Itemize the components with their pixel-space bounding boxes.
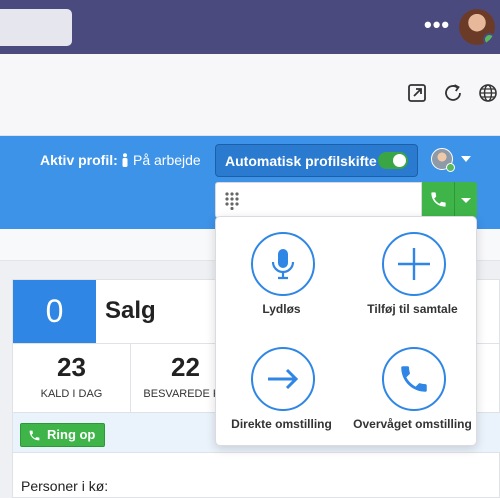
add-to-call-button[interactable] <box>382 232 446 296</box>
direct-transfer-label: Direkte omstilling <box>231 417 332 431</box>
auto-profile-switch[interactable]: Automatisk profilskifte <box>215 144 418 177</box>
search-box[interactable] <box>0 9 72 46</box>
keypad-icon[interactable] <box>225 192 239 210</box>
refresh-icon[interactable] <box>442 82 464 104</box>
agent-avatar[interactable] <box>431 148 455 172</box>
online-status-icon <box>483 33 495 45</box>
stat-calls-today: 23 KALD I DAG <box>13 344 131 412</box>
stat-label: KALD I DAG <box>40 388 103 400</box>
call-button[interactable] <box>422 182 455 218</box>
person-icon <box>122 153 128 167</box>
dial-number-input[interactable] <box>248 183 418 217</box>
user-avatar[interactable] <box>459 9 495 45</box>
open-external-icon[interactable] <box>406 82 428 104</box>
more-horizontal-icon[interactable]: ••• <box>424 14 450 36</box>
online-status-icon <box>446 163 455 172</box>
attended-transfer-label: Overvåget omstilling <box>353 417 472 431</box>
mute-button[interactable] <box>251 232 315 296</box>
attended-transfer-button[interactable] <box>382 347 446 411</box>
attended-transfer-action[interactable]: Overvåget omstilling <box>347 332 478 447</box>
microphone-icon <box>271 249 295 280</box>
mute-label: Lydløs <box>262 302 301 316</box>
direct-transfer-button[interactable] <box>251 347 315 411</box>
ring-up-button[interactable]: Ring op <box>20 423 106 447</box>
stat-value: 23 <box>57 352 86 382</box>
phone-icon <box>401 366 427 392</box>
globe-icon[interactable] <box>477 82 499 104</box>
ring-up-label: Ring op <box>47 427 96 442</box>
queue-count: 0 <box>13 280 96 343</box>
active-profile-value[interactable]: På arbejde <box>121 152 201 168</box>
call-options-dropdown[interactable] <box>455 182 477 218</box>
dial-field[interactable] <box>215 182 422 218</box>
add-to-call-label: Tilføj til samtale <box>367 302 458 316</box>
queue-name: Salg <box>105 297 156 324</box>
call-actions-menu: Lydløs Tilføj til samtale Direkte omstil… <box>215 216 477 446</box>
browser-toolbar <box>0 54 500 136</box>
chevron-down-icon[interactable] <box>461 156 471 162</box>
active-profile-label: Aktiv profil: <box>40 152 118 168</box>
phone-icon <box>29 430 40 441</box>
app-title-bar: ••• <box>0 0 500 54</box>
phone-icon <box>431 192 446 207</box>
auto-profile-switch-label: Automatisk profilskifte <box>225 153 377 169</box>
arrow-right-icon <box>268 368 299 390</box>
persons-in-queue-label: Personer i kø: <box>21 478 109 494</box>
mute-action[interactable]: Lydløs <box>216 217 347 332</box>
active-profile-name: På arbejde <box>133 152 201 168</box>
add-to-call-action[interactable]: Tilføj til samtale <box>347 217 478 332</box>
auto-profile-toggle[interactable] <box>378 152 408 169</box>
direct-transfer-action[interactable]: Direkte omstilling <box>216 332 347 447</box>
plus-icon <box>398 248 430 280</box>
